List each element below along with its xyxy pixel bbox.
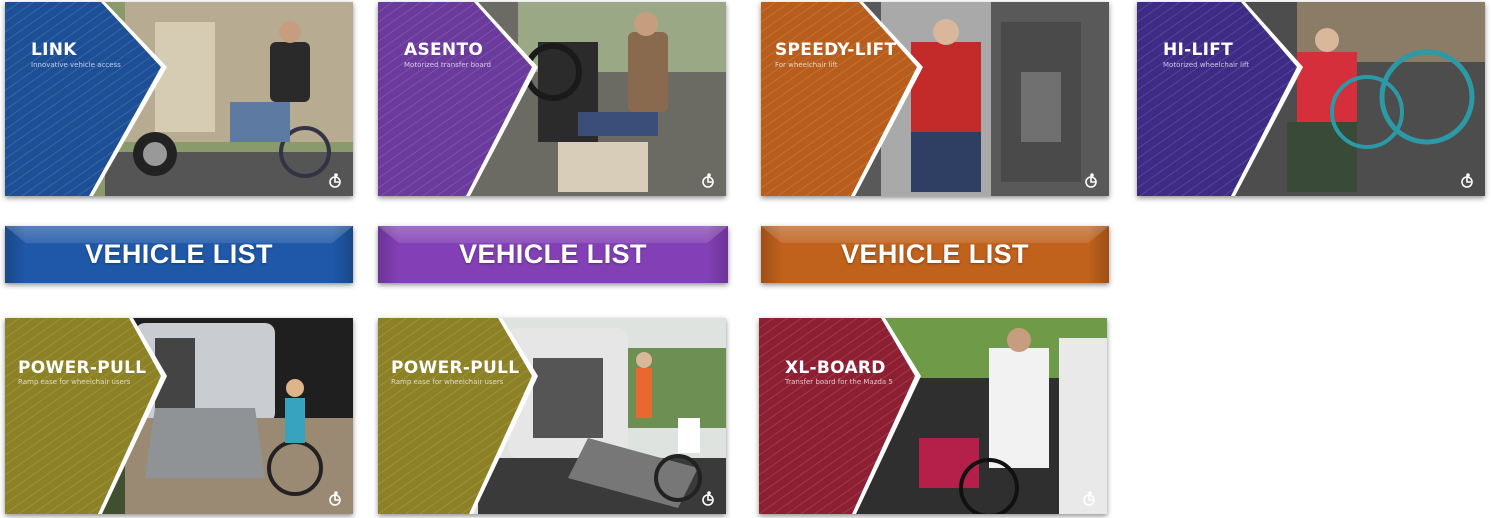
card-title: ASENTO bbox=[404, 40, 484, 60]
card-power-pull-2[interactable]: POWER-PULL Ramp ease for wheelchair user… bbox=[378, 318, 726, 514]
card-power-pull-1[interactable]: POWER-PULL Ramp ease for wheelchair user… bbox=[5, 318, 353, 514]
card-title: XL-BOARD bbox=[785, 358, 886, 378]
wheelchair-logo-icon bbox=[1461, 173, 1473, 188]
chevron-panel bbox=[5, 318, 167, 514]
card-subtitle: Motorized transfer board bbox=[404, 61, 491, 69]
wheelchair-logo-icon bbox=[329, 491, 341, 506]
chevron-panel bbox=[378, 318, 538, 514]
chevron-panel bbox=[5, 2, 167, 196]
card-subtitle: Ramp ease for wheelchair users bbox=[18, 378, 131, 386]
button-label: VEHICLE LIST bbox=[459, 239, 647, 269]
card-title: POWER-PULL bbox=[18, 358, 147, 378]
chevron-panel bbox=[759, 318, 921, 514]
card-subtitle: Ramp ease for wheelchair users bbox=[391, 378, 504, 386]
wheelchair-logo-icon bbox=[702, 491, 714, 506]
vehicle-list-button-speedy-lift[interactable]: VEHICLE LIST bbox=[761, 226, 1109, 283]
card-link[interactable]: LINK Innovative vehicle access bbox=[5, 2, 353, 196]
wheelchair-logo-icon bbox=[702, 173, 714, 188]
vehicle-list-button-asento[interactable]: VEHICLE LIST bbox=[378, 226, 728, 283]
card-subtitle: Motorized wheelchair lift bbox=[1163, 61, 1250, 69]
card-hi-lift[interactable]: HI-LIFT Motorized wheelchair lift bbox=[1137, 2, 1485, 196]
card-xl-board[interactable]: XL-BOARD Transfer board for the Mazda 5 bbox=[759, 318, 1107, 514]
card-title: POWER-PULL bbox=[391, 358, 520, 378]
wheelchair-logo-icon bbox=[1083, 491, 1095, 506]
button-label: VEHICLE LIST bbox=[841, 239, 1029, 269]
card-asento[interactable]: ASENTO Motorized transfer board bbox=[378, 2, 726, 196]
chevron-panel bbox=[1137, 2, 1303, 196]
card-title: HI-LIFT bbox=[1163, 40, 1234, 60]
card-subtitle: For wheelchair lift bbox=[775, 61, 838, 69]
button-label: VEHICLE LIST bbox=[85, 239, 273, 269]
wheelchair-logo-icon bbox=[1085, 173, 1097, 188]
chevron-panel bbox=[761, 2, 923, 196]
wheelchair-logo-icon bbox=[329, 173, 341, 188]
card-subtitle: Transfer board for the Mazda 5 bbox=[785, 378, 893, 386]
vehicle-list-button-link[interactable]: VEHICLE LIST bbox=[5, 226, 353, 283]
card-title: LINK bbox=[31, 40, 77, 60]
card-subtitle: Innovative vehicle access bbox=[31, 61, 121, 69]
card-speedy-lift[interactable]: SPEEDY-LIFT For wheelchair lift bbox=[761, 2, 1109, 196]
card-title: SPEEDY-LIFT bbox=[775, 40, 897, 60]
chevron-panel bbox=[378, 2, 538, 196]
